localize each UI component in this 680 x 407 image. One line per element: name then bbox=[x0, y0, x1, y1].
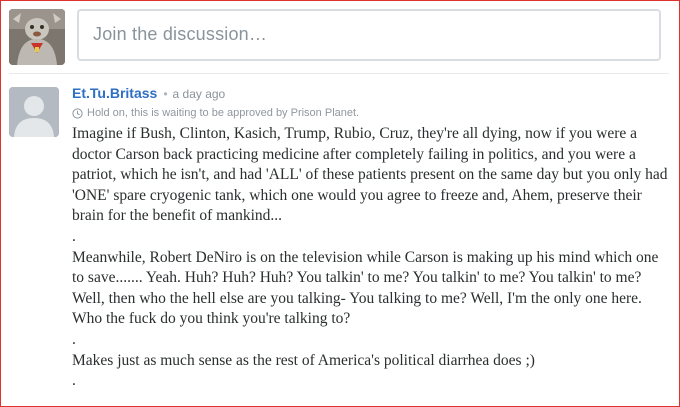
comment-composer: Join the discussion… bbox=[9, 9, 661, 65]
comments-panel: Join the discussion… Et.Tu.Britass • a day… bbox=[0, 0, 680, 407]
comment-header: Et.Tu.Britass • a day ago bbox=[72, 83, 671, 103]
commenter-avatar[interactable] bbox=[9, 87, 59, 137]
comment-text: Imagine if Bush, Clinton, Kasich, Trump,… bbox=[72, 124, 672, 392]
pending-approval-notice: Hold on, this is waiting to be approved … bbox=[72, 105, 671, 121]
current-user-avatar[interactable] bbox=[9, 9, 65, 65]
comment-author-link[interactable]: Et.Tu.Britass bbox=[72, 85, 157, 101]
pending-approval-text: Hold on, this is waiting to be approved … bbox=[87, 107, 360, 119]
meta-separator: • bbox=[163, 87, 168, 101]
comment-paragraph: . bbox=[72, 372, 76, 390]
divider bbox=[9, 73, 669, 74]
comment-paragraph: . bbox=[72, 330, 76, 348]
comment-paragraph: . bbox=[72, 227, 76, 245]
comment-timestamp-link[interactable]: a day ago bbox=[173, 87, 226, 101]
default-avatar-icon bbox=[9, 87, 59, 137]
clock-icon bbox=[72, 107, 83, 119]
comment-paragraph: Imagine if Bush, Clinton, Kasich, Trump,… bbox=[72, 125, 668, 225]
comment-paragraph: Meanwhile, Robert DeNiro is on the telev… bbox=[72, 248, 659, 328]
comment-paragraph: Makes just as much sense as the rest of … bbox=[72, 351, 535, 369]
comment-body: Et.Tu.Britass • a day ago Hold on, this is… bbox=[72, 83, 671, 392]
avatar-image bbox=[9, 9, 65, 65]
comment-input-placeholder: Join the discussion… bbox=[93, 24, 268, 44]
comment-input[interactable]: Join the discussion… bbox=[77, 9, 661, 61]
